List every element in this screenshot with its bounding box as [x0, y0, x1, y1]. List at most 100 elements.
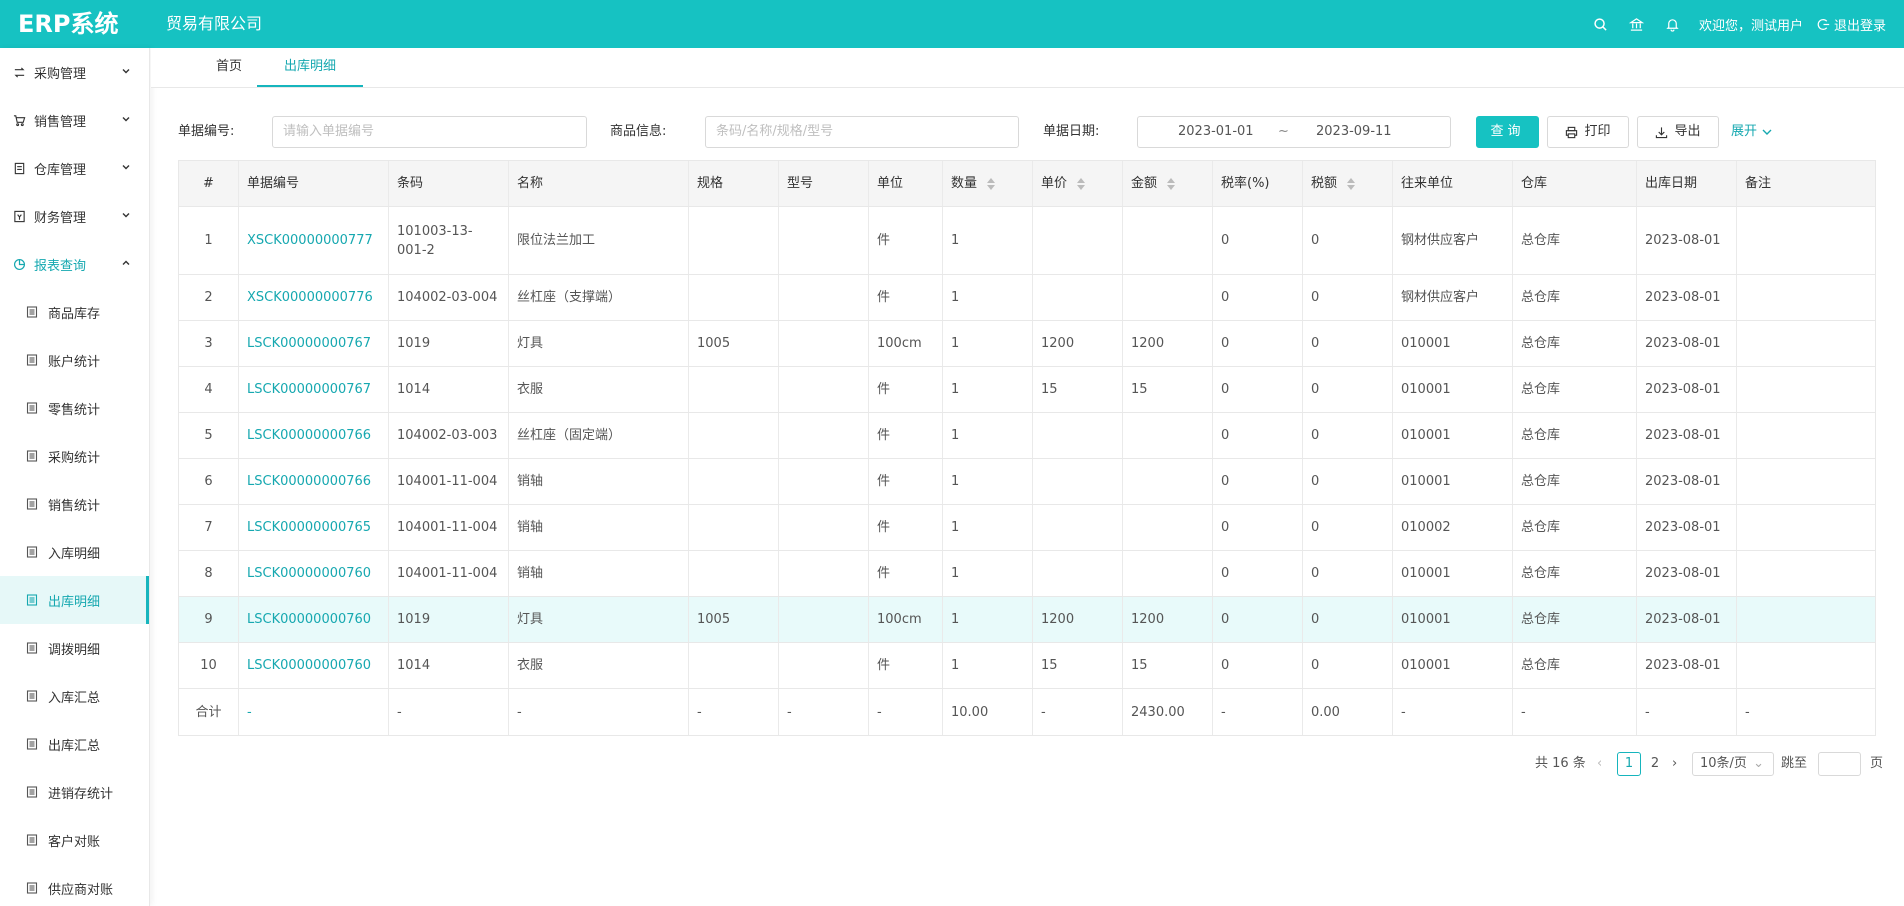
- column-header-label: 出库日期: [1645, 176, 1698, 191]
- cell-index: 2: [179, 275, 239, 320]
- cell-model: [779, 459, 869, 504]
- sidebar-item-inbound-summary[interactable]: 入库汇总: [0, 672, 149, 720]
- table-row[interactable]: 2 XSCK00000000776 104002-03-004 丝杠座（支撑端） 件 1 0…: [179, 275, 1875, 321]
- expand-link[interactable]: 展开: [1731, 116, 1773, 148]
- document-icon: [26, 402, 38, 414]
- bank-icon[interactable]: [1619, 0, 1655, 48]
- sidebar-group-reports[interactable]: 报表查询: [0, 240, 149, 288]
- table-row[interactable]: 9 LSCK00000000760 1019 灯具 1005 100cm 1 1200 1200…: [179, 597, 1875, 643]
- cell-order-no[interactable]: LSCK00000000766: [239, 459, 389, 504]
- sidebar-item-label: 入库明细: [48, 546, 101, 562]
- sort-icon[interactable]: [1347, 177, 1356, 190]
- jump-label: 跳至: [1781, 756, 1808, 771]
- summary-warehouse: -: [1513, 689, 1637, 735]
- logout-button[interactable]: 退出登录: [1817, 15, 1886, 34]
- cell-name: 灯具: [509, 597, 689, 642]
- table-row[interactable]: 6 LSCK00000000766 104001-11-004 销轴件 1 0 0 01000…: [179, 459, 1875, 505]
- cell-amount: [1123, 413, 1213, 458]
- table-row[interactable]: 4 LSCK00000000767 1014 衣服件 1 15 15 0 0 010001 总仓库 2…: [179, 367, 1875, 413]
- sidebar-group-finance[interactable]: 财务管理: [0, 192, 149, 240]
- sidebar-item-inventory-stats[interactable]: 进销存统计: [0, 768, 149, 816]
- goods-info-input[interactable]: 条码/名称/规格/型号: [705, 116, 1019, 148]
- cell-order-no[interactable]: LSCK00000000767: [239, 321, 389, 366]
- sidebar-item-customer-reconcile[interactable]: 客户对账: [0, 816, 149, 864]
- column-header-qty[interactable]: 数量: [943, 161, 1033, 206]
- cell-partner: 010001: [1393, 413, 1513, 458]
- cell-order-no[interactable]: LSCK00000000766: [239, 413, 389, 458]
- sidebar-item-transfer-detail[interactable]: 调拨明细: [0, 624, 149, 672]
- cell-order-no[interactable]: LSCK00000000760: [239, 597, 389, 642]
- sidebar-item-inbound-detail[interactable]: 入库明细: [0, 528, 149, 576]
- sidebar-item-supplier-reconcile[interactable]: 供应商对账: [0, 864, 149, 906]
- column-header-tax[interactable]: 税额: [1303, 161, 1393, 206]
- cell-qty: 1: [943, 643, 1033, 688]
- print-button[interactable]: 打印: [1547, 116, 1629, 148]
- table-row[interactable]: 8 LSCK00000000760 104001-11-004 销轴件 1 0 0 01000…: [179, 551, 1875, 597]
- sidebar-item-retail-stats[interactable]: 零售统计: [0, 384, 149, 432]
- sidebar-item-goods-stock[interactable]: 商品库存: [0, 288, 149, 336]
- sidebar-item-label: 出库汇总: [48, 738, 101, 754]
- summary-tax: 0.00: [1303, 689, 1393, 735]
- chevron-down-icon: ⌄: [1753, 756, 1764, 771]
- date-end[interactable]: 2023-09-11: [1316, 117, 1392, 147]
- app-logo: ERP系统: [18, 10, 119, 38]
- table-row[interactable]: 5 LSCK00000000766 104002-03-003 丝杠座（固定端） 件 1 0…: [179, 413, 1875, 459]
- sidebar-group-warehouse[interactable]: 仓库管理: [0, 144, 149, 192]
- table-row[interactable]: 1 XSCK00000000777 101003-13-001-2 限位法兰加工件 1 0…: [179, 207, 1875, 275]
- search-icon[interactable]: [1583, 0, 1619, 48]
- sidebar-item-outbound-detail[interactable]: 出库明细: [0, 576, 149, 624]
- cell-remark: [1737, 643, 1837, 688]
- outbound-detail-table: # 单据编号 条码 名称 规格 型号 单位 数量 单价 金额 税率(%) 税额 往来单位 仓库 出库日期 备注…: [178, 160, 1876, 736]
- cell-order-no[interactable]: XSCK00000000776: [239, 275, 389, 320]
- pagination-page-2[interactable]: 2: [1643, 752, 1667, 776]
- sidebar-group-label: 报表查询: [34, 258, 87, 274]
- sidebar-item-outbound-summary[interactable]: 出库汇总: [0, 720, 149, 768]
- date-start[interactable]: 2023-01-01: [1178, 117, 1254, 147]
- sidebar-item-purchase-stats[interactable]: 采购统计: [0, 432, 149, 480]
- cell-qty: 1: [943, 367, 1033, 412]
- jump-page-input[interactable]: [1818, 752, 1861, 776]
- cell-order-no[interactable]: XSCK00000000777: [239, 207, 389, 274]
- sidebar-group-sales[interactable]: 销售管理: [0, 96, 149, 144]
- table-row[interactable]: 7 LSCK00000000765 104001-11-004 销轴件 1 0 0 01000…: [179, 505, 1875, 551]
- cell-order-no[interactable]: LSCK00000000760: [239, 643, 389, 688]
- table-row[interactable]: 10 LSCK00000000760 1014 衣服件 1 15 15 0 0 010001 总仓库…: [179, 643, 1875, 689]
- query-button[interactable]: 查询: [1476, 116, 1539, 148]
- page-size-select[interactable]: 10条/页 ⌄: [1692, 752, 1774, 776]
- sort-icon[interactable]: [1077, 177, 1086, 190]
- cell-tax: 0: [1303, 551, 1393, 596]
- pagination-next-button[interactable]: ›: [1672, 752, 1677, 776]
- sidebar-item-label: 采购统计: [48, 450, 101, 466]
- sidebar-item-account-stats[interactable]: 账户统计: [0, 336, 149, 384]
- tab-home[interactable]: 首页: [191, 48, 267, 87]
- column-header-order-no: 单据编号: [239, 161, 389, 206]
- cell-spec: [689, 505, 779, 550]
- date-range-picker[interactable]: 2023-01-01 ~ 2023-09-11: [1137, 116, 1451, 148]
- cell-tax-rate: 0: [1213, 413, 1303, 458]
- sort-icon[interactable]: [1167, 177, 1176, 190]
- column-header-label: 规格: [697, 176, 724, 191]
- column-header-amount[interactable]: 金额: [1123, 161, 1213, 206]
- cell-order-no[interactable]: LSCK00000000760: [239, 551, 389, 596]
- order-no-input[interactable]: 请输入单据编号: [272, 116, 587, 148]
- tab-outbound-detail[interactable]: 出库明细: [257, 48, 363, 87]
- summary-barcode: -: [389, 689, 509, 735]
- cell-name: 丝杠座（支撑端）: [509, 275, 689, 320]
- cell-order-no[interactable]: LSCK00000000765: [239, 505, 389, 550]
- pagination-page-1[interactable]: 1: [1617, 752, 1641, 776]
- table-row[interactable]: 3 LSCK00000000767 1019 灯具 1005 100cm 1 1200 1200…: [179, 321, 1875, 367]
- cell-price: 15: [1033, 643, 1123, 688]
- export-button[interactable]: 导出: [1637, 116, 1719, 148]
- summary-index: 合计: [179, 689, 239, 735]
- sidebar-group-purchase[interactable]: 采购管理: [0, 48, 149, 96]
- sort-icon[interactable]: [987, 177, 996, 190]
- pagination-prev-button[interactable]: ‹: [1597, 752, 1602, 776]
- sidebar-item-sales-stats[interactable]: 销售统计: [0, 480, 149, 528]
- cell-spec: [689, 275, 779, 320]
- summary-price: -: [1033, 689, 1123, 735]
- cell-unit: 100cm: [869, 321, 943, 366]
- cell-unit: 件: [869, 275, 943, 320]
- cell-order-no[interactable]: LSCK00000000767: [239, 367, 389, 412]
- column-header-price[interactable]: 单价: [1033, 161, 1123, 206]
- bell-icon[interactable]: [1655, 0, 1691, 48]
